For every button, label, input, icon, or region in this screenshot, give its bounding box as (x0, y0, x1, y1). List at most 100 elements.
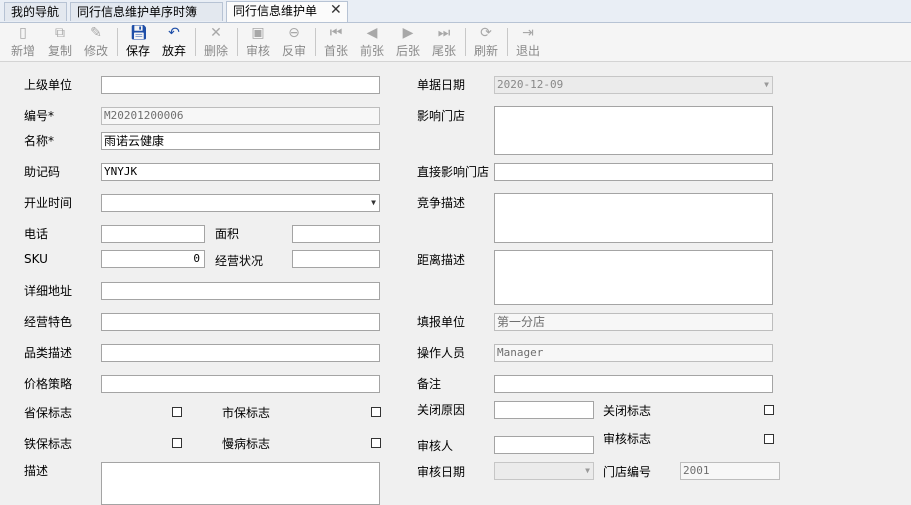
close-reason-input[interactable] (494, 401, 594, 419)
chevron-down-icon[interactable]: ▼ (371, 195, 376, 211)
next-icon: ▶ (402, 25, 414, 41)
open-time-label: 开业时间 (24, 196, 73, 210)
tab-label: 同行信息维护单 (233, 4, 318, 18)
code-label: 编号* (24, 109, 55, 123)
features-label: 经营特色 (24, 315, 73, 329)
phone-input[interactable] (101, 225, 205, 243)
toolbar-separator (465, 28, 466, 56)
parent-unit-label: 上级单位 (24, 78, 73, 92)
audit-button[interactable]: ▣ 审核 (240, 25, 276, 59)
first-button[interactable]: ⏮ 首张 (318, 25, 354, 59)
prov-insurance-checkbox[interactable] (172, 407, 182, 417)
category-desc-input[interactable] (101, 344, 380, 362)
competition-desc-label: 竞争描述 (417, 196, 466, 210)
tab-peer-info-list[interactable]: 同行信息维护单序时簿 (70, 2, 223, 21)
name-label: 名称* (24, 134, 55, 148)
operator-label: 操作人员 (417, 346, 466, 360)
toolbar-separator (195, 28, 196, 56)
chevron-down-icon[interactable]: ▼ (764, 77, 769, 93)
auditor-input[interactable] (494, 436, 594, 454)
sku-label: SKU (24, 252, 48, 266)
rail-insurance-label: 铁保标志 (24, 437, 73, 451)
description-textarea[interactable] (101, 462, 380, 505)
direct-affected-label: 直接影响门店 (417, 165, 490, 179)
unaudit-button[interactable]: ⊖ 反审 (276, 25, 312, 59)
copy-icon: ⧉ (55, 25, 65, 41)
operator-input[interactable]: Manager (494, 344, 773, 362)
toolbar-separator (507, 28, 508, 56)
prev-button[interactable]: ◀ 前张 (354, 25, 390, 59)
save-button[interactable]: 💾︎ 保存 (120, 25, 156, 59)
exit-icon: ⇥ (522, 25, 534, 41)
exit-button[interactable]: ⇥ 退出 (510, 25, 546, 59)
distance-desc-textarea[interactable] (494, 250, 773, 305)
delete-button[interactable]: ✕ 删除 (198, 25, 234, 59)
chronic-checkbox[interactable] (371, 438, 381, 448)
direct-affected-input[interactable] (494, 163, 773, 181)
close-icon[interactable]: ✕ (330, 2, 342, 18)
audit-date-label: 审核日期 (417, 465, 466, 479)
city-insurance-checkbox[interactable] (371, 407, 381, 417)
affected-stores-textarea[interactable] (494, 106, 773, 155)
features-input[interactable] (101, 313, 380, 331)
chronic-label: 慢病标志 (222, 437, 271, 451)
city-insurance-label: 市保标志 (222, 406, 271, 420)
chevron-down-icon[interactable]: ▼ (585, 463, 590, 479)
store-code-input[interactable]: 2001 (680, 462, 780, 480)
refresh-icon: ⟳ (480, 25, 492, 41)
address-label: 详细地址 (24, 284, 73, 298)
biz-status-label: 经营状况 (215, 254, 264, 268)
refresh-button[interactable]: ⟳ 刷新 (468, 25, 504, 59)
toolbar: ▯ 新增 ⧉ 复制 ✎ 修改 💾︎ 保存 ↶ 放弃 ✕ 删除 ▣ 审核 ⊖ 反审 ⏮ 首张 ◀ 前张… (0, 23, 911, 62)
floppy-icon: 💾︎ (130, 25, 148, 41)
competition-desc-textarea[interactable] (494, 193, 773, 243)
audit-flag-checkbox[interactable] (764, 434, 774, 444)
new-doc-icon: ▯ (19, 25, 27, 41)
area-label: 面积 (215, 227, 240, 241)
toolbar-separator (237, 28, 238, 56)
last-button[interactable]: ⏭ 尾张 (426, 25, 462, 59)
open-time-dropdown[interactable]: ▼ (101, 194, 380, 212)
toolbar-separator (117, 28, 118, 56)
parent-unit-input[interactable] (101, 76, 380, 94)
mnemonic-input[interactable]: YNYJK (101, 163, 380, 181)
name-input[interactable]: 雨诺云健康 (101, 132, 380, 150)
first-icon: ⏮ (329, 25, 343, 41)
new-button[interactable]: ▯ 新增 (5, 25, 41, 59)
auditor-label: 审核人 (417, 439, 454, 453)
audit-icon: ▣ (251, 25, 265, 41)
code-input[interactable]: M20201200006 (101, 107, 380, 125)
report-unit-label: 填报单位 (417, 315, 466, 329)
report-unit-input[interactable]: 第一分店 (494, 313, 773, 331)
close-reason-label: 关闭原因 (417, 403, 466, 417)
tab-my-navigation[interactable]: 我的导航 (4, 2, 67, 21)
distance-desc-label: 距离描述 (417, 253, 466, 267)
phone-label: 电话 (24, 227, 49, 241)
prev-icon: ◀ (366, 25, 378, 41)
affected-stores-label: 影响门店 (417, 109, 466, 123)
biz-status-input[interactable] (292, 250, 380, 268)
address-input[interactable] (101, 282, 380, 300)
remark-input[interactable] (494, 375, 773, 393)
doc-date-dropdown[interactable]: 2020-12-09 ▼ (494, 76, 773, 94)
peer-info-form: 上级单位 编号* M20201200006 名称* 雨诺云健康 助记码 YNYJ… (0, 62, 911, 505)
area-input[interactable] (292, 225, 380, 243)
doc-date-value: 2020-12-09 (497, 78, 564, 91)
rail-insurance-checkbox[interactable] (172, 438, 182, 448)
sku-input[interactable]: 0 (101, 250, 205, 268)
price-strategy-label: 价格策略 (24, 377, 73, 391)
store-code-label: 门店编号 (603, 465, 652, 479)
edit-button[interactable]: ✎ 修改 (78, 25, 114, 59)
close-flag-checkbox[interactable] (764, 405, 774, 415)
last-icon: ⏭ (437, 25, 451, 41)
audit-date-dropdown[interactable]: ▼ (494, 462, 594, 480)
doc-date-label: 单据日期 (417, 78, 466, 92)
category-desc-label: 品类描述 (24, 346, 73, 360)
next-button[interactable]: ▶ 后张 (390, 25, 426, 59)
toolbar-separator (315, 28, 316, 56)
copy-button[interactable]: ⧉ 复制 (42, 25, 78, 59)
price-strategy-input[interactable] (101, 375, 380, 393)
prov-insurance-label: 省保标志 (24, 406, 73, 420)
description-label: 描述 (24, 464, 49, 478)
discard-button[interactable]: ↶ 放弃 (156, 25, 192, 59)
